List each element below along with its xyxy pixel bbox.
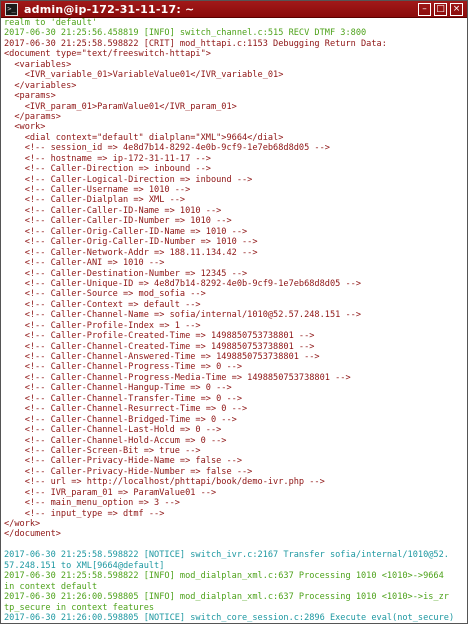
terminal-line: <variables> [4,59,72,70]
terminal-line: <!-- Caller-Network-Addr => 188.11.134.4… [4,247,258,258]
terminal-line: </work> [4,519,41,529]
terminal-line: 2017-06-30 21:25:58.598822 [CRIT] mod_ht… [4,38,387,49]
terminal-line: <!-- Caller-ANI => 1010 --> [4,258,165,269]
terminal-line: <!-- Caller-Channel-Answered-Time => 149… [4,352,320,362]
terminal-line: <!-- Caller-Context => default --> [4,299,201,310]
terminal-line: 2017-06-30 21:25:58.598822 [INFO] mod_di… [4,571,444,582]
terminal-line: <!-- Caller-Caller-ID-Name => 1010 --> [4,205,222,216]
terminal-window: >_ admin@ip-172-31-11-17: ~ – □ × realm … [0,0,468,624]
close-icon[interactable]: × [450,3,463,16]
terminal-line: <!-- Caller-Channel-Resurrect-Time => 0 … [4,404,248,415]
terminal-line: </document> [4,529,61,540]
terminal-line: 2017-06-30 21:25:56.458819 [INFO] switch… [4,28,367,39]
terminal-line: <!-- Caller-Logical-Direction => inbound… [4,174,253,185]
terminal-line: tp_secure in context features [4,602,155,613]
terminal-line: <!-- url => http://localhost/phttapi/boo… [4,477,325,488]
terminal-line: 2017-06-30 21:25:58.598822 [NOTICE] swit… [4,550,449,561]
terminal-line: <!-- Caller-Channel-Created-Time => 1498… [4,341,315,352]
terminal-line: <work> [4,122,46,133]
terminal-icon: >_ [5,2,18,16]
terminal-line: <!-- Caller-Channel-Name => sofia/intern… [4,310,361,321]
terminal-line: <!-- hostname => ip-172-31-11-17 --> [4,153,211,164]
terminal-line: <!-- Caller-Channel-Bridged-Time => 0 --… [4,414,237,425]
terminal-line: realm to 'default' [4,18,98,28]
terminal-output[interactable]: realm to 'default' 2017-06-30 21:25:56.45… [1,18,467,623]
terminal-line: 2017-06-30 21:26:00.598805 [NOTICE] swit… [4,612,455,623]
terminal-line: <document type="text/freeswitch-httapi"> [4,49,211,60]
terminal-line: </variables> [4,80,77,91]
terminal-line: <!-- Caller-Caller-ID-Number => 1010 --> [4,216,232,227]
terminal-line: <!-- Caller-Orig-Caller-ID-Number => 101… [4,237,258,248]
terminal-line: </params> [4,111,61,122]
terminal-line: <!-- Caller-Profile-Index => 1 --> [4,320,201,331]
window-controls: – □ × [418,3,463,16]
terminal-line: <!-- Caller-Dialplan => XML --> [4,195,186,206]
window-title: admin@ip-172-31-11-17: ~ [24,2,195,16]
terminal-line: <!-- session_id => 4e8d7b14-8292-4e0b-9c… [4,143,330,154]
terminal-line: 2017-06-30 21:26:00.598805 [INFO] mod_di… [4,592,449,603]
terminal-line: <!-- Caller-Channel-Last-Hold => 0 --> [4,425,222,436]
terminal-line: <!-- Caller-Channel-Progress-Time => 0 -… [4,362,242,373]
minimize-icon[interactable]: – [418,3,431,16]
terminal-line: <!-- Caller-Privacy-Hide-Number => false… [4,466,253,477]
maximize-icon[interactable]: □ [434,3,447,16]
terminal-line: <!-- Caller-Screen-Bit => true --> [4,445,201,456]
terminal-line: <!-- Caller-Channel-Progress-Media-Time … [4,372,351,383]
terminal-line: <!-- Caller-Privacy-Hide-Name => false -… [4,456,242,467]
terminal-line: <!-- Caller-Channel-Transfer-Time => 0 -… [4,393,242,404]
terminal-line: <!-- Caller-Channel-Hold-Accum => 0 --> [4,435,227,446]
terminal-line: <dial context="default" dialplan="XML">9… [4,132,284,143]
terminal-line: <!-- IVR_param_01 => ParamValue01 --> [4,487,217,498]
title-bar[interactable]: >_ admin@ip-172-31-11-17: ~ – □ × [1,1,467,18]
terminal-line: in context default [4,581,98,592]
terminal-line: <IVR_param_01>ParamValue01</IVR_param_01… [4,101,237,112]
terminal-line: <!-- Caller-Source => mod_sofia --> [4,289,206,300]
terminal-line: 57.248.151 to XML[9664@default] [4,560,165,571]
terminal-line: <!-- main_menu_option => 3 --> [4,498,180,509]
terminal-line: <!-- Caller-Channel-Hangup-Time => 0 --> [4,383,232,394]
terminal-line: <!-- Caller-Orig-Caller-ID-Name => 1010 … [4,226,248,237]
terminal-line: <!-- input_type => dtmf --> [4,508,165,519]
terminal-line: <!-- Caller-Direction => inbound --> [4,164,211,175]
terminal-line: <!-- Caller-Destination-Number => 12345 … [4,268,248,279]
terminal-line: <params> [4,91,56,102]
terminal-line: <IVR_variable_01>VariableValue01</IVR_va… [4,70,284,81]
terminal-line: <!-- Caller-Profile-Created-Time => 1498… [4,331,315,342]
terminal-line: <!-- Caller-Unique-ID => 4e8d7b14-8292-4… [4,278,361,289]
terminal-line: <!-- Caller-Username => 1010 --> [4,185,191,195]
